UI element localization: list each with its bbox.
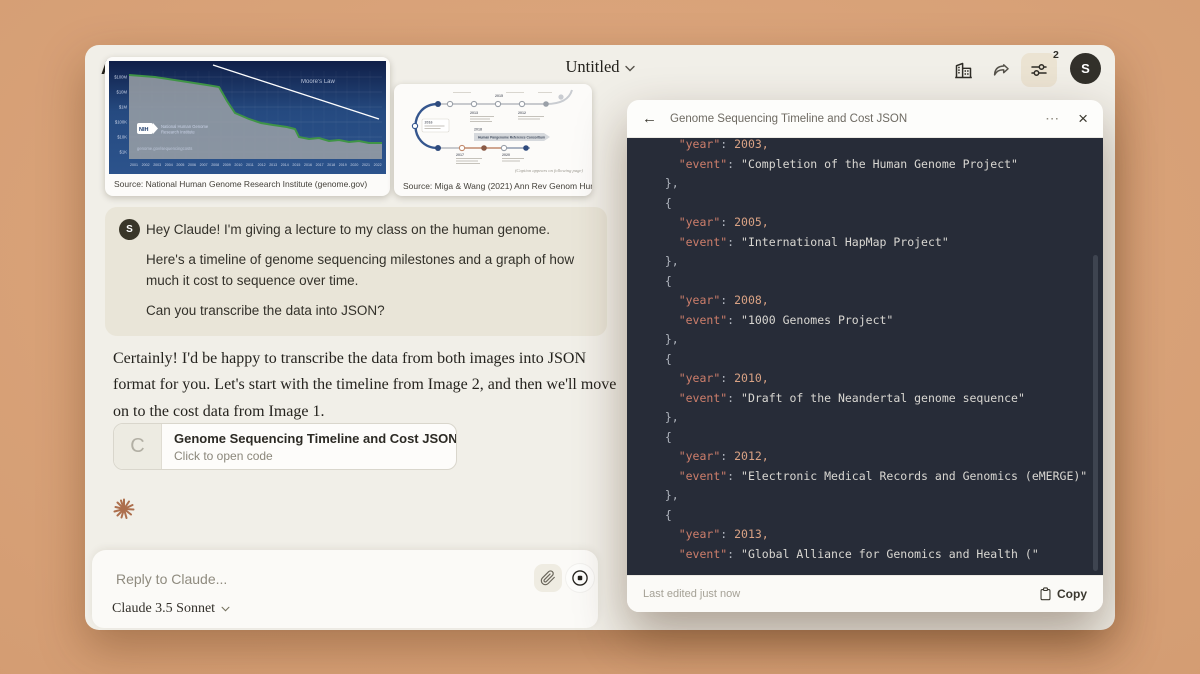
code-artifact-icon: C (114, 424, 162, 469)
notification-badge: 2 (1053, 49, 1059, 61)
attachment-2-caption: Source: Miga & Wang (2021) Ann Rev Genom… (394, 180, 592, 192)
attachment-image-2[interactable]: Human Pangenome Reference Consortium 201… (394, 84, 592, 196)
user-message-line: Can you transcribe the data into JSON? (146, 301, 589, 321)
capture-button[interactable] (566, 564, 594, 592)
svg-text:2010: 2010 (234, 163, 242, 167)
svg-text:2009: 2009 (223, 163, 231, 167)
svg-text:$100M: $100M (114, 75, 127, 80)
timeline-year: 2020 (502, 153, 510, 157)
timeline-year: 2013 (470, 111, 478, 115)
copy-label: Copy (1057, 587, 1087, 601)
svg-text:National Human Genome: National Human Genome (161, 124, 209, 129)
user-message-line: Here's a timeline of genome sequencing m… (146, 250, 589, 291)
svg-text:2018: 2018 (327, 163, 335, 167)
reply-input[interactable]: Reply to Claude... (116, 571, 227, 587)
timeline-year: 2015 (495, 94, 503, 98)
last-edited-status: Last edited just now (643, 588, 740, 600)
code-content: "year": 2003, "event": "Completion of th… (627, 138, 1103, 564)
controls-button[interactable] (1021, 53, 1057, 87)
svg-text:$1M: $1M (119, 105, 128, 110)
svg-text:2005: 2005 (176, 163, 184, 167)
model-name: Claude 3.5 Sonnet (112, 601, 215, 617)
code-viewer[interactable]: "year": 2003, "event": "Completion of th… (627, 138, 1103, 575)
timeline-year: 2018 (474, 128, 482, 132)
artifact-panel-title: Genome Sequencing Timeline and Cost JSON (670, 113, 1045, 125)
scrollbar-thumb[interactable] (1093, 255, 1098, 571)
sliders-icon (1029, 60, 1049, 80)
svg-text:$10K: $10K (117, 135, 127, 140)
svg-text:$10M: $10M (117, 90, 128, 95)
back-button[interactable]: ← (642, 111, 657, 126)
user-message: S Hey Claude! I'm giving a lecture to my… (105, 207, 607, 336)
attach-file-button[interactable] (534, 564, 562, 592)
share-button[interactable] (991, 60, 1013, 82)
svg-text:2006: 2006 (188, 163, 196, 167)
chevron-down-icon (221, 606, 230, 612)
artifact-preview-card[interactable]: C Genome Sequencing Timeline and Cost JS… (113, 423, 457, 470)
timeline-year-left: 2016 (425, 121, 433, 125)
moores-law-label: Moore's Law (301, 79, 335, 85)
paperclip-icon (540, 570, 556, 586)
svg-text:2001: 2001 (130, 163, 138, 167)
attachment-1-caption: Source: National Human Genome Research I… (105, 178, 390, 190)
artifact-panel: ← Genome Sequencing Timeline and Cost JS… (627, 100, 1103, 612)
assistant-message-text: Certainly! I'd be happy to transcribe th… (113, 346, 619, 425)
organization-button[interactable] (953, 60, 975, 82)
artifact-card-subtitle: Click to open code (174, 449, 457, 463)
cost-per-genome-chart-thumbnail: Moore's Law $100M $10M $1M $100K $10K $1… (109, 61, 386, 174)
svg-text:2008: 2008 (211, 163, 219, 167)
svg-text:2002: 2002 (142, 163, 150, 167)
svg-text:2014: 2014 (281, 163, 289, 167)
artifact-panel-footer: Last edited just now Copy (627, 575, 1103, 612)
attachment-image-1[interactable]: Moore's Law $100M $10M $1M $100K $10K $1… (105, 57, 390, 196)
svg-text:2017: 2017 (316, 163, 324, 167)
clipboard-icon (1039, 587, 1052, 601)
svg-text:2021: 2021 (362, 163, 370, 167)
more-options-button[interactable]: ⋯ (1045, 110, 1060, 127)
svg-text:2020: 2020 (350, 163, 358, 167)
svg-text:2022: 2022 (374, 163, 382, 167)
artifact-card-title: Genome Sequencing Timeline and Cost JSON (174, 431, 457, 446)
svg-text:2012: 2012 (258, 163, 266, 167)
svg-text:2013: 2013 (269, 163, 277, 167)
svg-text:2019: 2019 (339, 163, 347, 167)
claude-starburst-icon (111, 496, 137, 522)
svg-text:2016: 2016 (304, 163, 312, 167)
model-selector[interactable]: Claude 3.5 Sonnet (112, 601, 230, 617)
svg-text:$1K: $1K (120, 150, 128, 155)
close-panel-button[interactable]: × (1078, 110, 1088, 127)
artifact-panel-header: ← Genome Sequencing Timeline and Cost JS… (627, 100, 1103, 138)
pangenome-banner-label: Human Pangenome Reference Consortium (478, 136, 545, 140)
svg-text:2007: 2007 (200, 163, 208, 167)
svg-text:2004: 2004 (165, 163, 173, 167)
copy-button[interactable]: Copy (1039, 587, 1087, 601)
timeline-year: 2012 (518, 111, 526, 115)
building-icon (953, 60, 974, 81)
composer: Reply to Claude... Claude 3.5 Sonnet (92, 550, 598, 628)
record-circle-icon (570, 568, 590, 588)
user-avatar: S (119, 219, 140, 240)
svg-text:NIH: NIH (139, 127, 149, 133)
account-avatar[interactable]: S (1070, 53, 1101, 84)
svg-text:2003: 2003 (153, 163, 161, 167)
timeline-year: 2017 (456, 153, 464, 157)
timeline-diagram-thumbnail: Human Pangenome Reference Consortium 201… (398, 88, 588, 176)
user-message-line: Hey Claude! I'm giving a lecture to my c… (146, 220, 589, 240)
caption-note: (Caption appears on following page) (515, 168, 584, 173)
chart-url: genome.gov/sequencingcosts (137, 146, 192, 151)
svg-text:2011: 2011 (246, 163, 254, 167)
svg-text:Research Institute: Research Institute (161, 130, 195, 135)
conversation-title: Untitled (565, 57, 619, 76)
chevron-down-icon (625, 65, 635, 72)
svg-text:2015: 2015 (292, 163, 300, 167)
svg-text:$100K: $100K (115, 120, 127, 125)
share-arrow-icon (991, 60, 1012, 81)
